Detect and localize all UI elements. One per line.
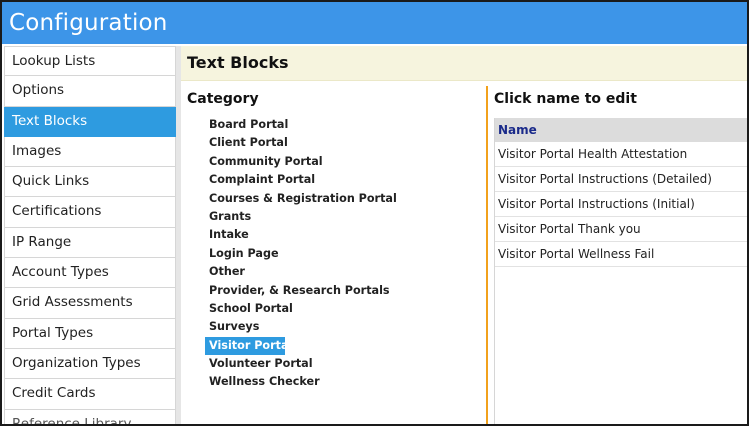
window-title: Configuration	[9, 10, 168, 36]
category-list: Board Portal Client Portal Community Por…	[205, 116, 465, 392]
sidebar-item-lookup-lists[interactable]: Lookup Lists	[4, 46, 176, 77]
category-item-community-portal[interactable]: Community Portal	[205, 153, 465, 171]
sidebar-item-organization-types[interactable]: Organization Types	[4, 348, 176, 380]
sidebar-item-quick-links[interactable]: Quick Links	[4, 167, 176, 198]
pane-separator	[486, 86, 488, 424]
names-table: Name Visitor Portal Health Attestation V…	[494, 118, 747, 424]
category-item-board-portal[interactable]: Board Portal	[205, 116, 465, 134]
names-title: Click name to edit	[494, 91, 637, 107]
main-content: Text Blocks Category Board Portal Client…	[181, 46, 747, 424]
sidebar-item-certifications[interactable]: Certifications	[4, 197, 176, 228]
category-pane: Category Board Portal Client Portal Comm…	[181, 86, 486, 424]
category-item-provider-research-portals[interactable]: Provider, & Research Portals	[205, 282, 465, 300]
table-row[interactable]: Visitor Portal Instructions (Detailed)	[495, 167, 747, 192]
table-row[interactable]: Visitor Portal Health Attestation	[495, 142, 747, 167]
category-item-surveys[interactable]: Surveys	[205, 318, 465, 336]
sidebar-item-options[interactable]: Options	[4, 76, 176, 107]
sidebar-item-ip-range[interactable]: IP Range	[4, 227, 176, 259]
sidebar: Lookup Lists Options Text Blocks Images …	[4, 46, 176, 424]
table-row[interactable]: Visitor Portal Wellness Fail	[495, 242, 747, 267]
table-row[interactable]: Visitor Portal Thank you	[495, 217, 747, 242]
category-item-volunteer-portal[interactable]: Volunteer Portal	[205, 355, 465, 373]
sidebar-item-credit-cards[interactable]: Credit Cards	[4, 379, 176, 410]
category-item-other[interactable]: Other	[205, 263, 465, 281]
category-title: Category	[187, 91, 259, 107]
category-item-grants[interactable]: Grants	[205, 208, 465, 226]
category-item-complaint-portal[interactable]: Complaint Portal	[205, 171, 465, 189]
sidebar-item-grid-assessments[interactable]: Grid Assessments	[4, 288, 176, 319]
category-item-wellness-checker[interactable]: Wellness Checker	[205, 373, 465, 391]
category-item-intake[interactable]: Intake	[205, 226, 465, 244]
category-item-client-portal[interactable]: Client Portal	[205, 134, 465, 152]
category-item-courses-registration-portal[interactable]: Courses & Registration Portal	[205, 190, 465, 208]
column-header-name[interactable]: Name	[495, 118, 747, 142]
sidebar-item-account-types[interactable]: Account Types	[4, 258, 176, 289]
title-bar: Configuration	[2, 2, 747, 44]
category-item-login-page[interactable]: Login Page	[205, 245, 465, 263]
page-title: Text Blocks	[187, 53, 289, 72]
table-row[interactable]: Visitor Portal Instructions (Initial)	[495, 192, 747, 217]
sidebar-item-text-blocks[interactable]: Text Blocks	[4, 106, 176, 137]
sidebar-item-reference-library[interactable]: Reference Library	[4, 409, 176, 424]
configuration-window: Configuration Lookup Lists Options Text …	[0, 0, 749, 426]
sidebar-item-images[interactable]: Images	[4, 136, 176, 168]
names-pane: Click name to edit Name Visitor Portal H…	[493, 86, 747, 424]
section-header: Text Blocks	[181, 46, 747, 81]
sidebar-item-portal-types[interactable]: Portal Types	[4, 318, 176, 349]
category-item-school-portal[interactable]: School Portal	[205, 300, 465, 318]
category-item-visitor-portal[interactable]: Visitor Portal	[205, 336, 292, 356]
